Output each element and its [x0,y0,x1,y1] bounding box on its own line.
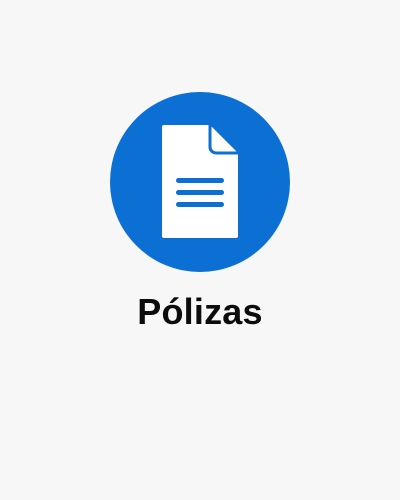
document-icon [162,125,238,238]
polizas-icon-circle [110,92,290,272]
tile-title: Pólizas [137,291,263,332]
polizas-tile[interactable]: Pólizas [0,0,400,500]
